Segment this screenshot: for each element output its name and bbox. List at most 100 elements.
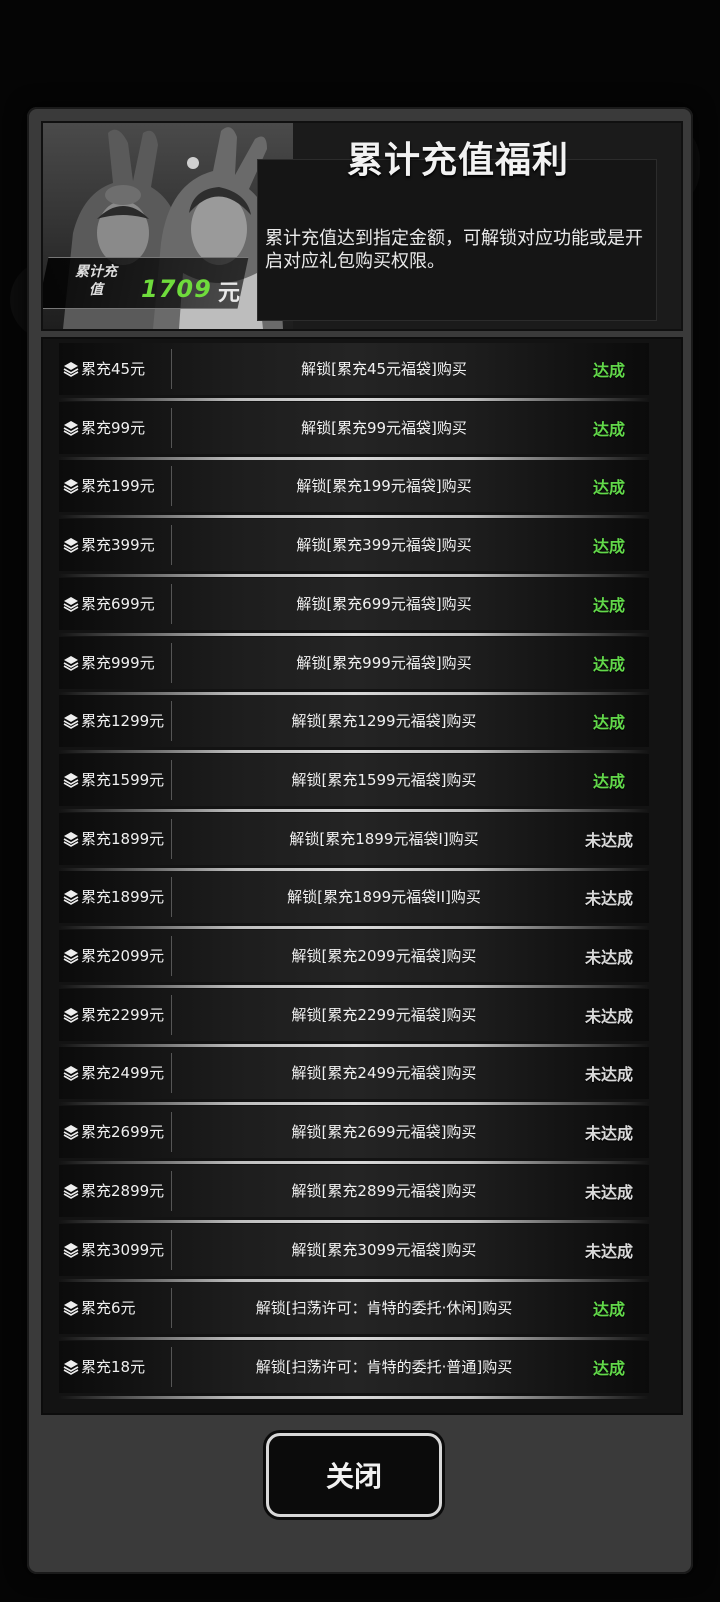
layers-icon [63,1005,79,1025]
row-reward: 解锁[累充1899元福袋I]购买 [289,829,479,848]
layers-icon [63,1063,79,1083]
row-reward: 解锁[累充99元福袋]购买 [301,418,467,437]
list-item: 累充1899元 解锁[累充1899元福袋I]购买 未达成 [59,812,649,871]
layers-icon [63,594,79,614]
row-reward: 解锁[累充1899元福袋II]购买 [287,888,481,907]
layers-icon [63,1298,79,1318]
row-reward: 解锁[累充2099元福袋]购买 [291,947,477,965]
row-reward: 解锁[扫荡许可：肯特的委托·普通]购买 [255,1357,513,1376]
row-threshold: 累充2099元 [81,947,165,965]
list-item: 累充699元 解锁[累充699元福袋]购买 达成 [59,577,649,636]
row-separator-line [59,867,649,871]
status-badge: 未达成 [584,1065,633,1085]
hero-illustration: 累计充值 1709 元 [43,123,293,329]
row-divider [171,349,172,389]
row-reward: 解锁[扫荡许可：肯特的委托·休闲]购买 [255,1299,513,1318]
row-separator-line [59,1337,649,1341]
reward-list[interactable]: 累充45元 解锁[累充45元福袋]购买 达成 累充99元 解锁[累充99元福袋]购买 达成… [41,337,683,1415]
list-item: 累充18元 解锁[扫荡许可：肯特的委托·普通]购买 达成 [59,1340,649,1399]
row-reward: 解锁[累充699元福袋]购买 [296,594,472,613]
row-threshold: 累充45元 [81,360,146,378]
row-separator-line [59,456,649,460]
layers-icon [63,1240,79,1260]
row-divider [171,1229,172,1270]
row-separator-line [59,574,649,578]
list-item: 累充1299元 解锁[累充1299元福袋]购买 达成 [59,695,649,754]
row-reward: 解锁[累充1299元福袋]购买 [291,712,477,731]
row-divider [171,701,172,742]
row-threshold: 累充6元 [81,1299,136,1318]
row-threshold: 累充1299元 [81,712,165,731]
page-title: 累计充值福利 [346,140,569,181]
row-reward: 解锁[累充399元福袋]购买 [296,536,472,555]
row-divider [171,877,172,918]
row-divider [171,1288,172,1329]
row-separator-line [59,1278,649,1282]
row-reward: 解锁[累充2699元福袋]购买 [291,1123,477,1142]
layers-icon [63,1181,79,1201]
row-threshold: 累充18元 [81,1357,146,1376]
status-badge: 达成 [592,771,625,791]
row-separator-line [59,926,649,930]
status-badge: 未达成 [584,1124,633,1144]
row-separator-line [59,1161,649,1165]
row-separator-line [59,691,649,695]
row-reward: 解锁[累充2899元福袋]购买 [291,1181,477,1200]
row-reward: 解锁[累充2499元福袋]购买 [291,1064,477,1083]
list-item: 累充3099元 解锁[累充3099元福袋]购买 未达成 [59,1223,649,1282]
row-reward: 解锁[累充1599元福袋]购买 [291,770,477,789]
row-threshold: 累充3099元 [81,1240,165,1259]
status-badge: 未达成 [584,889,633,909]
close-button[interactable]: 关闭 [266,1433,442,1517]
row-reward: 解锁[累充45元福袋]购买 [301,360,467,378]
list-item: 累充2499元 解锁[累充2499元福袋]购买 未达成 [59,1047,649,1106]
list-item: 累充99元 解锁[累充99元福袋]购买 达成 [59,401,649,460]
list-item: 累充199元 解锁[累充199元福袋]购买 达成 [59,460,649,519]
row-divider [171,936,172,976]
list-item: 累充2699元 解锁[累充2699元福袋]购买 未达成 [59,1106,649,1165]
row-divider [171,1053,172,1094]
row-separator-line [59,1043,649,1047]
amount-unit: 元 [218,281,241,306]
amount-value: 1709 [141,275,212,303]
row-divider [171,583,172,624]
layers-icon [63,1357,79,1377]
row-separator-line [59,750,649,754]
row-threshold: 累充2499元 [81,1064,165,1083]
status-badge: 未达成 [584,1241,633,1261]
row-divider [171,466,172,507]
status-badge: 达成 [592,361,625,380]
row-separator-line [59,808,649,812]
row-threshold: 累充999元 [81,653,155,672]
row-separator-line [59,632,649,636]
recharge-reward-modal: 累计充值 1709 元 累计充值福利 累计充值达到指定金额，可解锁对应功能或是开… [27,107,693,1574]
status-badge: 未达成 [584,1182,633,1202]
layers-icon [63,476,79,496]
row-threshold: 累充1899元 [81,888,165,907]
layers-icon [63,946,79,966]
row-threshold: 累充2899元 [81,1181,165,1200]
list-item: 累充1899元 解锁[累充1899元福袋II]购买 未达成 [59,871,649,930]
row-separator-line [59,398,649,401]
row-reward: 解锁[累充199元福袋]购买 [296,477,472,496]
row-divider [171,525,172,566]
status-badge: 达成 [592,537,625,557]
layers-icon [63,711,79,731]
list-item: 累充2099元 解锁[累充2099元福袋]购买 未达成 [59,930,649,988]
status-badge: 达成 [592,1300,625,1320]
status-badge: 达成 [592,654,625,674]
layers-icon [63,418,79,438]
row-divider [171,818,172,859]
row-threshold: 累充2299元 [81,1005,165,1024]
list-item: 累充6元 解锁[扫荡许可：肯特的委托·休闲]购买 达成 [59,1282,649,1341]
row-threshold: 累充699元 [81,594,155,613]
row-divider [171,407,172,448]
modal-header: 累计充值 1709 元 累计充值福利 累计充值达到指定金额，可解锁对应功能或是开… [41,121,683,331]
layers-icon [63,359,79,379]
status-badge: 未达成 [584,948,633,967]
row-threshold: 累充1599元 [81,770,165,789]
list-item: 累充45元 解锁[累充45元福袋]购买 达成 [59,343,649,401]
row-separator-line [59,515,649,519]
row-separator-line [59,1219,649,1223]
status-badge: 未达成 [584,830,633,850]
